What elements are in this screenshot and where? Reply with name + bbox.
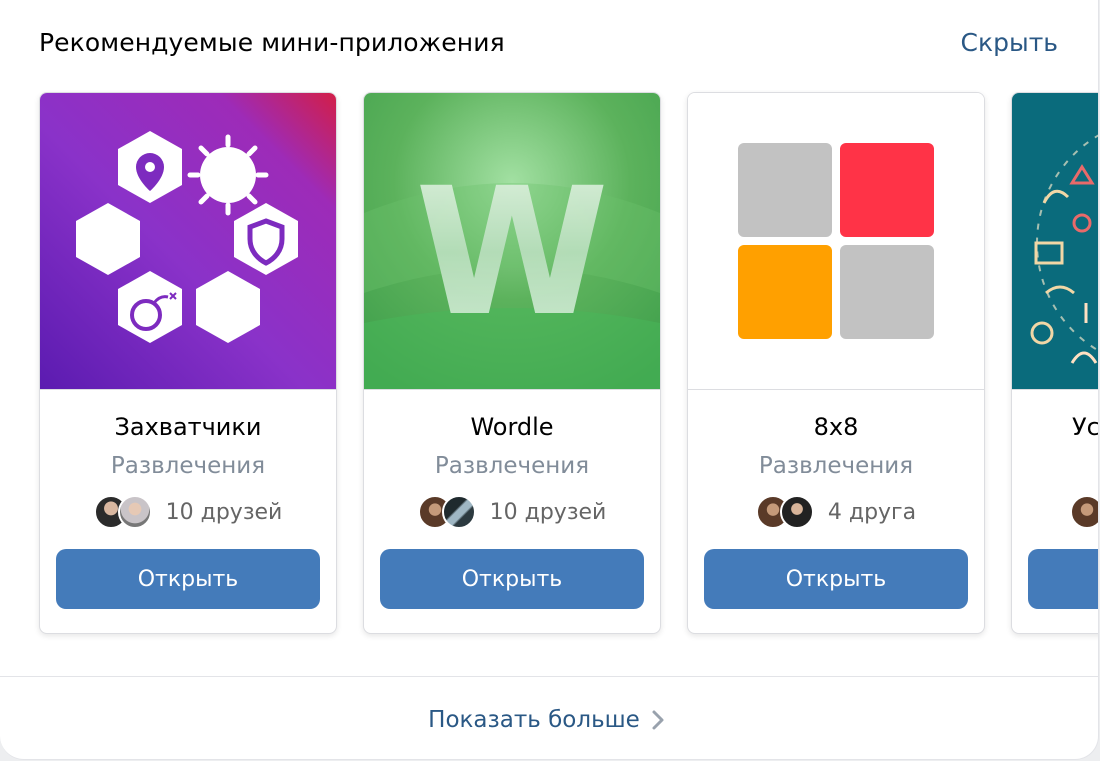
friends-row: 10 друзей — [40, 495, 336, 529]
friends-row — [1070, 495, 1098, 529]
app-category: Развлечения — [758, 453, 914, 479]
footer-divider — [0, 676, 1098, 677]
app-cover-8x8 — [688, 93, 984, 390]
open-button[interactable]: Открыть — [380, 549, 644, 609]
app-card-zahvatchiki[interactable]: Захватчики Развлечения 10 друзей Открыть — [39, 92, 337, 634]
friends-row: 4 друга — [688, 495, 984, 529]
app-cover-wordle: W — [364, 93, 660, 390]
friends-count: 10 друзей — [165, 499, 283, 525]
app-title: Ус — [1072, 413, 1099, 441]
open-button[interactable] — [1028, 549, 1098, 609]
app-card-8x8[interactable]: 8x8 Развлечения 4 друга Открыть — [687, 92, 985, 634]
friends-count: 10 друзей — [489, 499, 607, 525]
show-more-label: Показать больше — [428, 707, 640, 733]
cards-carousel[interactable]: Захватчики Развлечения 10 друзей Открыть — [0, 90, 1099, 650]
avatar — [117, 495, 152, 529]
mini-apps-panel: Рекомендуемые мини-приложения Скрыть Зах… — [0, 0, 1099, 760]
tiles-logo-icon — [688, 93, 984, 389]
app-title: 8x8 — [813, 413, 859, 441]
avatar — [441, 495, 476, 529]
friend-avatars — [755, 495, 814, 529]
avatar — [779, 495, 814, 529]
app-card-wordle[interactable]: W Wordle Развлечения 10 друзей Открыть — [363, 92, 661, 634]
app-category: Развлечения — [434, 453, 590, 479]
open-button[interactable]: Открыть — [56, 549, 320, 609]
friend-avatars — [93, 495, 152, 529]
hexagons-logo-icon — [40, 93, 336, 389]
app-title: Wordle — [470, 413, 554, 441]
svg-text:W: W — [415, 150, 609, 355]
panel-header: Рекомендуемые мини-приложения Скрыть — [0, 0, 1098, 90]
friends-row: 10 друзей — [364, 495, 660, 529]
wordle-logo-icon: W — [364, 93, 660, 389]
panel-title: Рекомендуемые мини-приложения — [39, 28, 505, 57]
friend-avatars — [417, 495, 476, 529]
app-cover-partial — [1012, 93, 1098, 390]
avatar — [1070, 495, 1098, 529]
friends-count: 4 друга — [827, 499, 917, 525]
app-cover-zahvatchiki — [40, 93, 336, 390]
doodle-logo-icon — [1012, 93, 1098, 389]
app-title: Захватчики — [114, 413, 262, 441]
open-button[interactable]: Открыть — [704, 549, 968, 609]
hide-link[interactable]: Скрыть — [961, 28, 1058, 57]
friend-avatars — [1070, 495, 1098, 529]
show-more-link[interactable]: Показать больше — [0, 700, 1094, 740]
chevron-right-icon — [652, 710, 664, 730]
app-category: Развлечения — [110, 453, 266, 479]
app-card-partial[interactable]: Ус — [1011, 92, 1099, 634]
